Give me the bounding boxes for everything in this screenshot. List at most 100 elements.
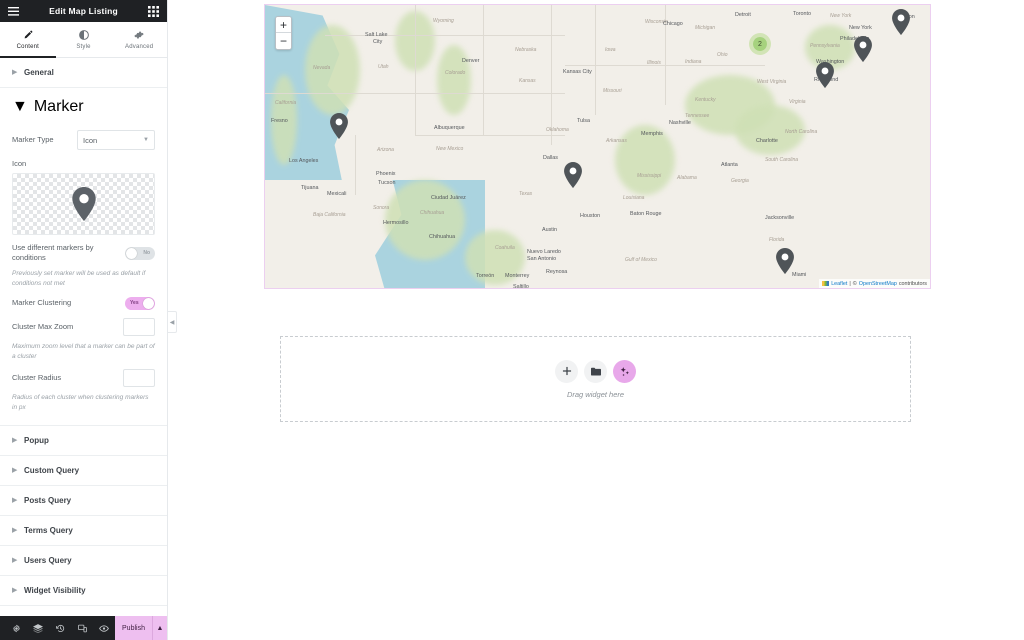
zoom-out-button[interactable]: − — [276, 33, 291, 49]
chevron-right-icon: ▶ — [12, 466, 18, 474]
marker-clustering-label: Marker Clustering — [12, 298, 72, 308]
map-border — [565, 65, 765, 66]
map-city-label: Kansas City — [563, 69, 592, 75]
different-markers-row: Use different markers by conditions No — [12, 243, 155, 263]
chevron-right-icon: ▶ — [12, 586, 18, 594]
map-pin-icon — [71, 187, 96, 221]
attribution-separator: | — [849, 280, 851, 287]
zoom-in-button[interactable]: + — [276, 17, 291, 33]
tab-style[interactable]: Style — [56, 22, 112, 57]
marker-type-select[interactable]: Icon ▼ — [77, 130, 155, 150]
cluster-radius-label: Cluster Radius — [12, 373, 62, 383]
editor-canvas: + − Wyoming Nebraska Utah Nevada Colorado Kan… — [168, 0, 1024, 640]
map-state-label: Missouri — [603, 88, 622, 94]
add-template-folder-icon[interactable] — [584, 359, 607, 383]
section-widget-visibility-label: Widget Visibility — [24, 585, 86, 595]
map-state-label: Indiana — [685, 59, 702, 65]
cluster-radius-row: Cluster Radius — [12, 369, 155, 388]
map-terrain — [437, 45, 471, 115]
map-city-label: Albuquerque — [434, 125, 465, 131]
panel-title: Edit Map Listing — [49, 6, 118, 16]
contrast-circle-icon — [78, 30, 89, 41]
map-marker-pin[interactable] — [891, 9, 911, 35]
map-state-label: California — [275, 100, 297, 106]
cluster-radius-input[interactable] — [123, 369, 155, 388]
map-city-label: Ciudad Juárez — [431, 195, 466, 201]
section-marker[interactable]: ▼ Marker — [0, 88, 167, 122]
section-marker-label: Marker — [33, 98, 84, 115]
map-marker-pin[interactable] — [853, 36, 873, 62]
map-state-label: West Virginia — [757, 79, 787, 85]
map-border — [265, 93, 565, 94]
map-state-label: Virginia — [789, 99, 806, 105]
icon-preview-box[interactable] — [12, 173, 155, 235]
map-state-label: Arkansas — [606, 138, 627, 144]
map-marker-pin[interactable] — [815, 62, 835, 88]
section-custom-query[interactable]: ▶ Custom Query — [0, 456, 167, 486]
openstreetmap-link[interactable]: OpenStreetMap — [859, 281, 897, 287]
map-state-label: Utah — [378, 64, 389, 70]
tab-content[interactable]: Content — [0, 22, 56, 58]
map-state-label: North Carolina — [785, 129, 818, 135]
tab-content-label: Content — [16, 43, 40, 50]
section-posts-query[interactable]: ▶ Posts Query — [0, 486, 167, 516]
widget-dropzone[interactable]: Drag widget here — [280, 336, 911, 422]
map-city-label: Atlanta — [721, 162, 738, 168]
history-icon[interactable] — [49, 616, 71, 640]
panel-collapse-handle[interactable]: ◀ — [168, 311, 177, 333]
elementor-editor: Edit Map Listing Content Style Advanced … — [0, 0, 1024, 640]
section-general[interactable]: ▶ General — [0, 58, 167, 88]
settings-gear-icon[interactable] — [5, 616, 27, 640]
different-markers-hint: Previously set marker will be used as de… — [12, 270, 146, 287]
map-city-label: City — [373, 39, 383, 45]
section-terms-query[interactable]: ▶ Terms Query — [0, 516, 167, 546]
different-markers-toggle[interactable]: No — [125, 246, 155, 260]
map-cluster-marker[interactable]: 2 — [749, 33, 771, 55]
cluster-max-zoom-label: Cluster Max Zoom — [12, 321, 74, 331]
marker-type-row: Marker Type Icon ▼ — [12, 130, 155, 150]
toggle-knob — [126, 247, 137, 259]
navigator-layers-icon[interactable] — [27, 616, 49, 640]
map-state-label: New Mexico — [436, 146, 464, 152]
map-city-label: Tijuana — [301, 185, 319, 191]
map-state-label: Texas — [519, 191, 533, 197]
marker-clustering-toggle[interactable]: Yes — [125, 296, 155, 310]
section-users-query[interactable]: ▶ Users Query — [0, 546, 167, 576]
ai-sparkle-icon[interactable] — [613, 359, 636, 383]
tab-advanced[interactable]: Advanced — [111, 22, 167, 57]
publish-options-chevron-up-icon[interactable]: ▲ — [152, 616, 167, 640]
section-popup[interactable]: ▶ Popup — [0, 426, 167, 456]
map-state-label: Ohio — [717, 52, 728, 58]
dropzone-buttons — [555, 359, 636, 383]
leaflet-link[interactable]: Leaflet — [831, 281, 847, 287]
section-widget-visibility[interactable]: ▶ Widget Visibility — [0, 576, 167, 606]
map-city-label: Austin — [542, 227, 557, 233]
hamburger-menu-icon[interactable] — [7, 5, 20, 18]
responsive-mode-icon[interactable] — [71, 616, 93, 640]
chevron-right-icon: ▶ — [12, 436, 18, 444]
pencil-icon — [23, 30, 33, 41]
map-zoom-controls[interactable]: + − — [275, 16, 292, 50]
map-city-label: Denver — [462, 58, 480, 64]
map-marker-pin[interactable] — [563, 162, 583, 188]
map-city-label: Baton Rouge — [630, 211, 662, 217]
map-marker-pin[interactable] — [329, 113, 349, 139]
map-city-label: Reynosa — [546, 269, 568, 275]
map-city-label: Torreón — [476, 273, 495, 279]
map-city-label: Nuevo Laredo — [527, 249, 561, 255]
map-city-label: Dallas — [543, 155, 558, 161]
publish-button[interactable]: Publish — [115, 616, 153, 640]
preview-eye-icon[interactable] — [93, 616, 115, 640]
map-widget[interactable]: + − Wyoming Nebraska Utah Nevada Colorado Kan… — [264, 4, 931, 289]
apps-grid-icon[interactable] — [147, 5, 160, 18]
marker-type-label: Marker Type — [12, 134, 54, 144]
map-state-label: Pennsylvania — [810, 43, 840, 49]
panel-footer: Publish ▲ — [0, 616, 167, 640]
cluster-max-zoom-input[interactable] — [123, 317, 155, 336]
add-widget-plus-icon[interactable] — [555, 359, 578, 383]
icon-label: Icon — [12, 159, 27, 168]
map-city-label: Tulsa — [577, 118, 590, 124]
chevron-right-icon: ▶ — [12, 496, 18, 504]
map-state-label: Sonora — [373, 205, 390, 211]
map-marker-pin[interactable] — [775, 248, 795, 274]
